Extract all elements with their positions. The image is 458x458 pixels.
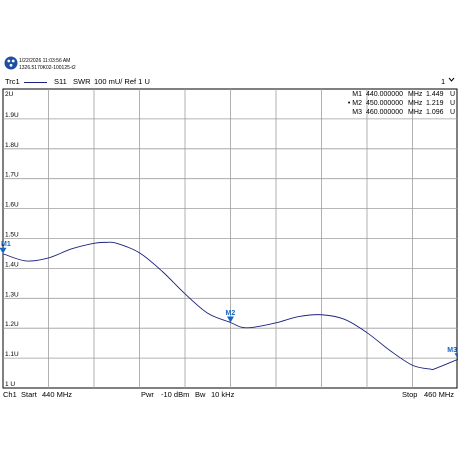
bandwidth-label: Bw	[195, 390, 206, 399]
start-frequency[interactable]: 440 MHz	[42, 390, 72, 399]
channel-label[interactable]: Ch1	[3, 390, 17, 399]
channel-status-bar: Ch1 Start 440 MHz Pwr -10 dBm Bw 10 kHz …	[0, 389, 458, 401]
marker-readout-unit: U	[450, 100, 455, 107]
marker-readout-frequency-unit: MHz	[408, 91, 423, 98]
marker-label-m3: M3	[447, 347, 457, 354]
marker-label-m2: M2	[226, 310, 236, 317]
y-tick-label: 1.1U	[5, 351, 19, 358]
stop-label: Stop	[402, 390, 418, 399]
power-value[interactable]: -10 dBm	[161, 390, 189, 399]
y-tick-label: 1.2U	[5, 321, 19, 328]
marker-readout-unit: U	[450, 91, 455, 98]
marker-label-m1: M1	[1, 241, 11, 248]
marker-readout-frequency: 440.000000	[366, 91, 403, 98]
y-tick-label: 2U	[5, 91, 14, 98]
marker-readout-value: 1.219	[426, 100, 444, 107]
y-tick-label: 1 U	[5, 381, 15, 388]
marker-readout-value: 1.449	[426, 91, 444, 98]
y-tick-label: 1.9U	[5, 112, 19, 119]
marker-readout-unit: U	[450, 109, 455, 116]
marker-readout-label: M3	[352, 109, 362, 116]
marker-readout-label: • M2	[348, 100, 362, 107]
y-tick-label: 1.4U	[5, 261, 19, 268]
marker-readout-value: 1.096	[426, 109, 444, 116]
y-tick-label: 1.8U	[5, 142, 19, 149]
marker-readout-frequency-unit: MHz	[408, 100, 423, 107]
marker-readout-frequency-unit: MHz	[408, 109, 423, 116]
y-tick-label: 1.7U	[5, 172, 19, 179]
start-label: Start	[21, 390, 37, 399]
y-tick-label: 1.6U	[5, 202, 19, 209]
bandwidth-value[interactable]: 10 kHz	[211, 390, 234, 399]
y-tick-label: 1.3U	[5, 291, 19, 298]
stop-frequency[interactable]: 460 MHz	[424, 390, 454, 399]
marker-triangle-m1	[0, 247, 7, 254]
marker-readout-label: M1	[352, 91, 362, 98]
marker-readout-frequency: 450.000000	[366, 100, 403, 107]
power-label: Pwr	[141, 390, 154, 399]
y-tick-label: 1.5U	[5, 232, 19, 239]
marker-readout-frequency: 460.000000	[366, 109, 403, 116]
